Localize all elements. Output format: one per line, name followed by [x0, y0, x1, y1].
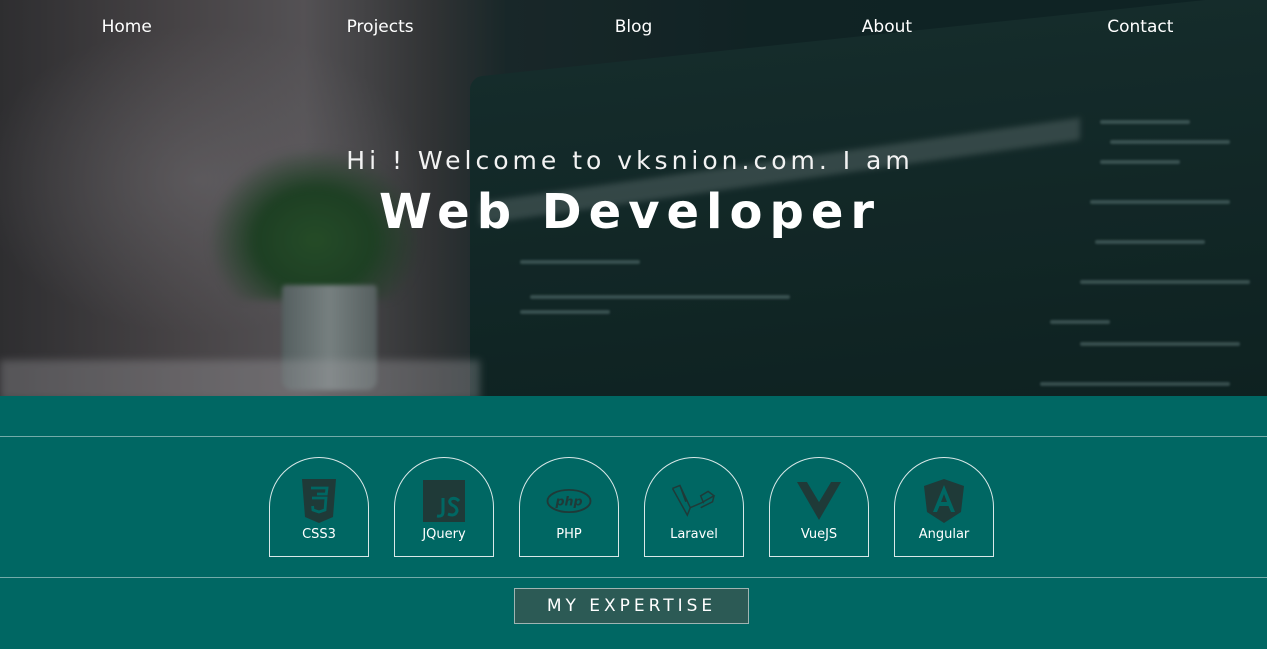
- nav-home[interactable]: Home: [0, 0, 253, 54]
- skills-list: CSS3 JQuery php PHP Laravel VueJS Angula…: [269, 457, 994, 557]
- skill-label: Angular: [918, 527, 970, 542]
- skill-label: PHP: [556, 527, 582, 542]
- skill-php[interactable]: php PHP: [519, 457, 619, 557]
- js-icon: [421, 478, 467, 524]
- hero-greeting: Hi ! Welcome to vksnion.com. I am: [346, 146, 914, 175]
- nav-projects[interactable]: Projects: [253, 0, 506, 54]
- skill-label: VueJS: [800, 527, 838, 542]
- laravel-icon: [671, 478, 717, 524]
- top-navigation: Home Projects Blog About Contact: [0, 0, 1267, 54]
- svg-text:php: php: [554, 493, 582, 508]
- skill-css3[interactable]: CSS3: [269, 457, 369, 557]
- skill-laravel[interactable]: Laravel: [644, 457, 744, 557]
- skill-vuejs[interactable]: VueJS: [769, 457, 869, 557]
- divider-bottom: [0, 577, 1267, 578]
- divider-top: [0, 436, 1267, 437]
- nav-about[interactable]: About: [760, 0, 1013, 54]
- skill-angular[interactable]: Angular: [894, 457, 994, 557]
- hero-headline: Web Developer: [378, 184, 882, 240]
- php-icon: php: [546, 478, 592, 524]
- nav-blog[interactable]: Blog: [507, 0, 760, 54]
- nav-contact[interactable]: Contact: [1014, 0, 1267, 54]
- hero-banner: Home Projects Blog About Contact Hi ! We…: [0, 0, 1267, 396]
- angular-icon: [921, 478, 967, 524]
- css3-icon: [296, 478, 342, 524]
- skill-label: Laravel: [670, 527, 718, 542]
- skill-jquery[interactable]: JQuery: [394, 457, 494, 557]
- skill-label: JQuery: [422, 527, 466, 542]
- skill-label: CSS3: [302, 527, 336, 542]
- my-expertise-button[interactable]: MY EXPERTISE: [514, 588, 749, 624]
- vuejs-icon: [796, 478, 842, 524]
